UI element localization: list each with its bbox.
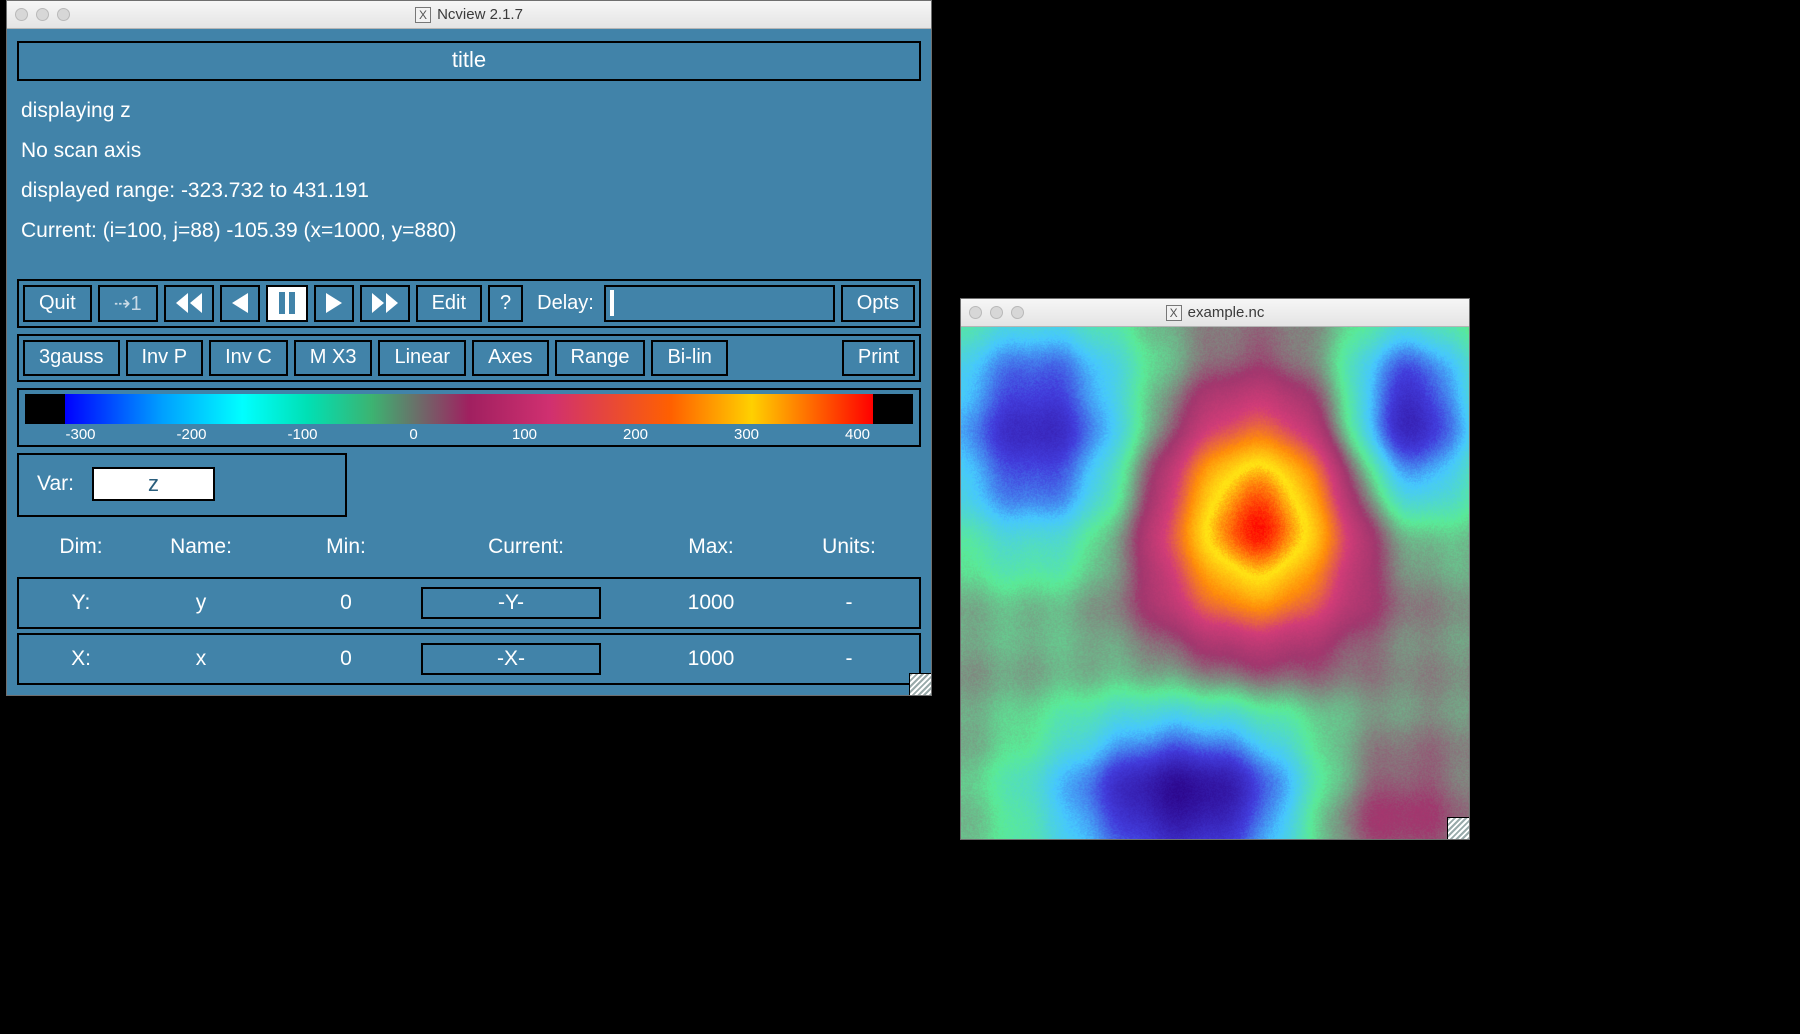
range-button[interactable]: Range — [555, 340, 646, 376]
colorbar-tick: 400 — [802, 426, 913, 443]
colorbar-tick: -200 — [136, 426, 247, 443]
ncview-titlebar[interactable]: X Ncview 2.1.7 — [7, 1, 931, 29]
dim-col-max: Max: — [631, 535, 791, 559]
example-plot-area[interactable] — [961, 327, 1469, 839]
traffic-lights — [15, 8, 70, 21]
ncview-header-title: title — [17, 41, 921, 81]
dim-col-units: Units: — [791, 535, 907, 559]
info-range: displayed range: -323.732 to 431.191 — [21, 171, 917, 211]
colorbar-tick: 200 — [580, 426, 691, 443]
colorbar-tick: -100 — [247, 426, 358, 443]
dim-min: 0 — [271, 591, 421, 615]
inv-c-button[interactable]: Inv C — [209, 340, 288, 376]
close-window-button[interactable] — [15, 8, 28, 21]
dim-header: Dim: Name: Min: Current: Max: Units: — [17, 517, 921, 573]
axes-button[interactable]: Axes — [472, 340, 548, 376]
dim-current-button[interactable]: -Y- — [421, 587, 601, 619]
minimize-window-button[interactable] — [990, 306, 1003, 319]
dim-row: X:x0-X- 1000- — [17, 633, 921, 685]
dim-col-current: Current: — [421, 535, 631, 559]
colorbar-tick: 300 — [691, 426, 802, 443]
info-scan-axis: No scan axis — [21, 131, 917, 171]
info-block: displaying z No scan axis displayed rang… — [17, 81, 921, 255]
dim-current-button[interactable]: -X- — [421, 643, 601, 675]
dim-name: x — [131, 647, 271, 671]
help-button[interactable]: ? — [488, 285, 523, 322]
fast-forward-button[interactable] — [360, 285, 410, 322]
dim-dim: Y: — [31, 591, 131, 615]
inv-p-button[interactable]: Inv P — [126, 340, 204, 376]
toolbar-playback: Quit ⇢1 Edit ? Delay: Opts — [17, 279, 921, 328]
colorbar-tick: -300 — [25, 426, 136, 443]
edit-button[interactable]: Edit — [416, 285, 482, 322]
plot-canvas[interactable] — [961, 327, 1469, 839]
quit-button[interactable]: Quit — [23, 285, 92, 322]
colorbar-ticks: -300-200-1000100200300400 — [25, 424, 913, 443]
dim-row: Y:y0-Y- 1000- — [17, 577, 921, 629]
back-button[interactable] — [220, 285, 260, 322]
minimize-window-button[interactable] — [36, 8, 49, 21]
dim-units: - — [791, 591, 907, 615]
traffic-lights — [969, 306, 1024, 319]
var-select[interactable]: z — [92, 467, 215, 501]
forward-button[interactable] — [314, 285, 354, 322]
opts-button[interactable]: Opts — [841, 285, 915, 322]
pause-button[interactable] — [266, 285, 308, 322]
colorbar[interactable] — [25, 394, 913, 424]
dim-col-name: Name: — [131, 535, 271, 559]
zoom-window-button[interactable] — [1011, 306, 1024, 319]
dim-max: 1000 — [631, 591, 791, 615]
colorbar-tick: 100 — [469, 426, 580, 443]
window-title: Ncview 2.1.7 — [437, 6, 523, 23]
ncview-window: X Ncview 2.1.7 title displaying z No sca… — [6, 0, 932, 696]
dim-units: - — [791, 647, 907, 671]
colormap-button[interactable]: 3gauss — [23, 340, 120, 376]
step-size-button[interactable]: ⇢1 — [98, 285, 158, 322]
dim-rows: Y:y0-Y-1000-X:x0-X-1000- — [17, 577, 921, 685]
toolbar-display: 3gauss Inv P Inv C M X3 Linear Axes Rang… — [17, 334, 921, 382]
var-label: Var: — [37, 472, 74, 496]
dim-col-min: Min: — [271, 535, 421, 559]
info-current: Current: (i=100, j=88) -105.39 (x=1000, … — [21, 211, 917, 251]
x11-app-icon: X — [1166, 305, 1182, 321]
colorbar-tick: 0 — [358, 426, 469, 443]
info-displaying: displaying z — [21, 91, 917, 131]
bilin-button[interactable]: Bi-lin — [651, 340, 727, 376]
close-window-button[interactable] — [969, 306, 982, 319]
dim-max: 1000 — [631, 647, 791, 671]
dim-min: 0 — [271, 647, 421, 671]
dim-name: y — [131, 591, 271, 615]
dim-col-dim: Dim: — [31, 535, 131, 559]
x11-app-icon: X — [415, 7, 431, 23]
resize-grip[interactable] — [1447, 817, 1469, 839]
colorbar-panel: -300-200-1000100200300400 — [17, 388, 921, 447]
example-window: X example.nc — [960, 298, 1470, 840]
dim-dim: X: — [31, 647, 131, 671]
rewind-button[interactable] — [164, 285, 214, 322]
delay-label: Delay: — [529, 285, 598, 322]
ncview-body: title displaying z No scan axis displaye… — [7, 29, 931, 695]
delay-input[interactable] — [604, 285, 835, 322]
zoom-window-button[interactable] — [57, 8, 70, 21]
print-button[interactable]: Print — [842, 340, 915, 376]
resize-grip[interactable] — [909, 673, 931, 695]
window-title: example.nc — [1188, 304, 1265, 321]
linear-button[interactable]: Linear — [378, 340, 466, 376]
mag-button[interactable]: M X3 — [294, 340, 373, 376]
example-titlebar[interactable]: X example.nc — [961, 299, 1469, 327]
var-panel: Var: z — [17, 453, 347, 517]
